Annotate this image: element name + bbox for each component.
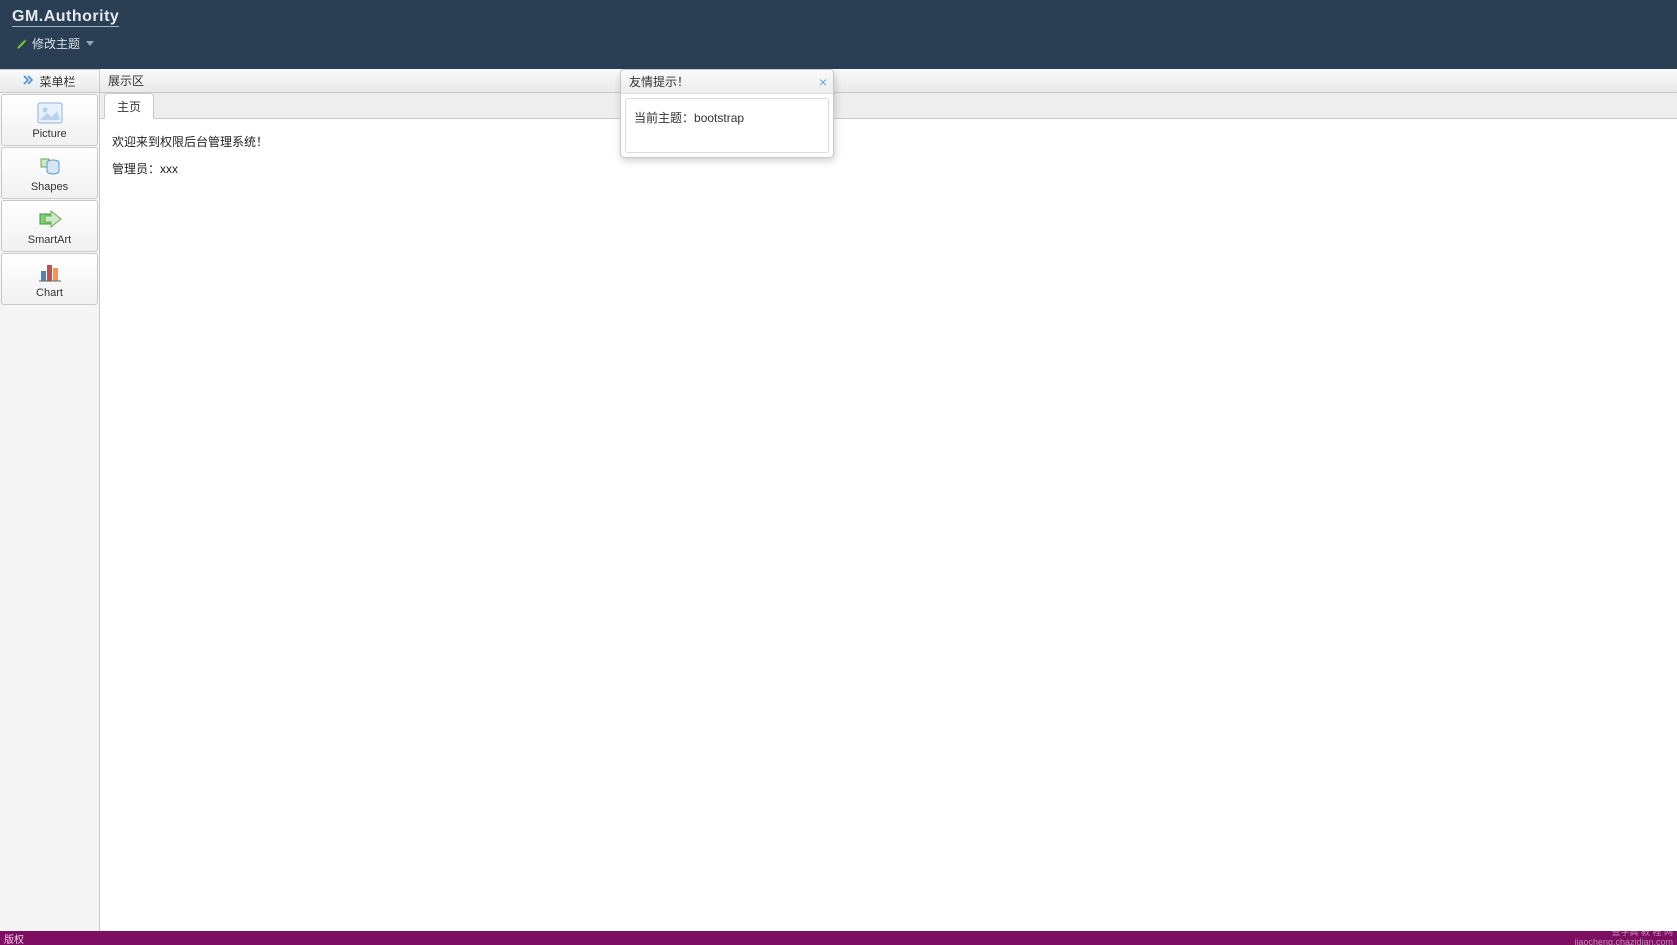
double-chevron-right-icon [23,74,35,88]
tip-body-label: 当前主题： [634,111,694,125]
tip-popup: 友情提示！ × 当前主题：bootstrap [620,69,834,158]
app-body: 菜单栏 Picture [0,69,1677,931]
pencil-icon [16,38,28,50]
header-toolbar: 修改主题 [12,33,1665,54]
tip-popup-inner: 当前主题：bootstrap [625,98,829,153]
sidebar-item-chart[interactable]: Chart [1,253,98,305]
sidebar-title: 菜单栏 [39,73,75,90]
sidebar-item-smartart[interactable]: SmartArt [1,200,98,252]
tip-popup-body: 当前主题：bootstrap [621,94,833,157]
watermark-line1: 查字典 教 程 网 [1611,927,1673,937]
chart-icon [37,259,63,285]
shapes-icon [37,153,63,179]
main-panel-title: 展示区 [100,69,1677,93]
watermark-line2: jiaocheng.chazidian.com [1574,937,1673,945]
sidebar-header[interactable]: 菜单栏 [0,69,99,93]
footer-left: 版权 [4,931,24,945]
sidebar-item-label: SmartArt [28,234,71,246]
sidebar: 菜单栏 Picture [0,69,100,931]
main-content: 欢迎来到权限后台管理系统！ 管理员：xxx [100,119,1677,931]
sidebar-item-picture[interactable]: Picture [1,94,98,146]
sidebar-item-label: Picture [32,128,66,140]
smartart-icon [37,206,63,232]
change-theme-button[interactable]: 修改主题 [12,33,98,54]
sidebar-item-label: Chart [36,287,63,299]
main-panel: 展示区 主页 欢迎来到权限后台管理系统！ 管理员：xxx [100,69,1677,931]
app-header: GM.Authority 修改主题 [0,0,1677,69]
tip-popup-header[interactable]: 友情提示！ × [621,70,833,94]
welcome-text: 欢迎来到权限后台管理系统！ [112,133,1665,150]
close-icon[interactable]: × [819,75,827,89]
picture-icon [37,100,63,126]
watermark: 查字典 教 程 网 jiaocheng.chazidian.com [1574,928,1673,945]
tab-strip: 主页 [100,93,1677,119]
tip-popup-title: 友情提示！ [629,73,689,90]
tab-label: 主页 [117,100,141,114]
chevron-down-icon [86,41,94,46]
tip-body-value: bootstrap [694,111,744,125]
sidebar-item-label: Shapes [31,181,68,193]
change-theme-label: 修改主题 [32,35,80,52]
app-footer: 版权 查字典 教 程 网 jiaocheng.chazidian.com [0,931,1677,945]
sidebar-item-shapes[interactable]: Shapes [1,147,98,199]
admin-text: 管理员：xxx [112,160,1665,177]
app-title: GM.Authority [12,8,119,27]
sidebar-items: Picture Shapes SmartAr [0,93,99,306]
tab-home[interactable]: 主页 [104,93,154,119]
